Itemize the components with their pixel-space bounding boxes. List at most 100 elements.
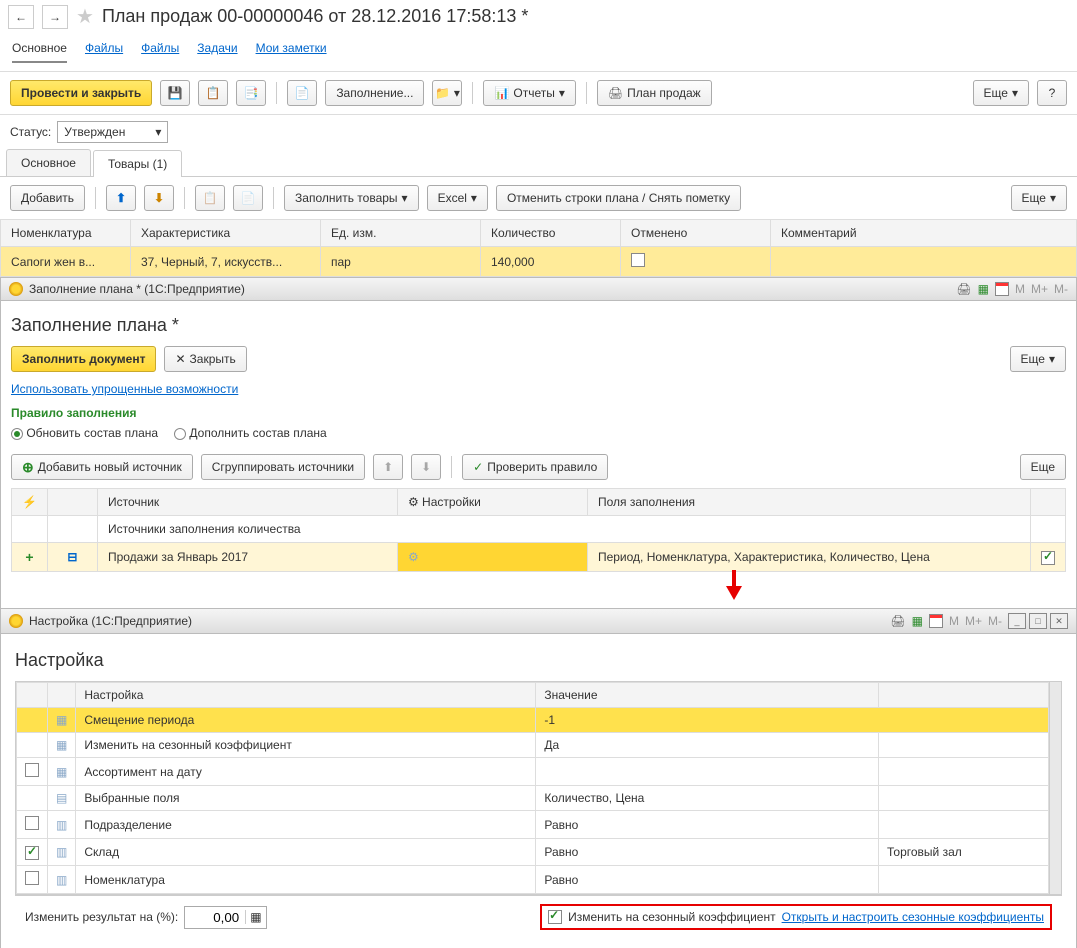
excel-button[interactable]: Excel ▾: [427, 185, 488, 211]
more-button[interactable]: Еще ▾: [973, 80, 1029, 106]
reports-button[interactable]: 📊 Отчеты ▾: [483, 80, 575, 106]
src-more-button[interactable]: Еще: [1020, 454, 1066, 480]
paste-row-button[interactable]: 📄: [233, 185, 263, 211]
calc-icon[interactable]: ▦: [978, 282, 989, 296]
section-files-2[interactable]: Файлы: [141, 41, 179, 63]
copy-button[interactable]: 📑: [236, 80, 266, 106]
close-modal-button[interactable]: ✕ Закрыть: [164, 346, 246, 372]
move-down-button[interactable]: ⬇: [144, 185, 174, 211]
tab-main[interactable]: Основное: [6, 149, 91, 176]
scrollbar[interactable]: [1049, 682, 1061, 894]
section-notes[interactable]: Мои заметки: [256, 41, 327, 63]
minimize-button[interactable]: _: [1008, 613, 1026, 629]
col-num[interactable]: ⚡: [12, 489, 48, 516]
spinner-icon[interactable]: ▦: [245, 910, 265, 924]
setting-row[interactable]: ▦ Изменить на сезонный коэффициент Да: [17, 733, 1049, 758]
simple-mode-link[interactable]: Использовать упрощенные возможности: [11, 382, 238, 396]
close-button[interactable]: ✕: [1050, 613, 1068, 629]
section-tasks[interactable]: Задачи: [197, 41, 237, 63]
add-row-button[interactable]: Добавить: [10, 185, 85, 211]
m-plus-button[interactable]: M+: [965, 614, 982, 628]
col-char[interactable]: Характеристика: [131, 220, 321, 247]
season-checkbox[interactable]: [548, 910, 562, 924]
fill-more-button[interactable]: Еще ▾: [1010, 346, 1066, 372]
goods-more-button[interactable]: Еще ▾: [1011, 185, 1067, 211]
goods-row[interactable]: Сапоги жен в... 37, Черный, 7, искусств.…: [1, 247, 1077, 277]
check-rule-button[interactable]: ✓ Проверить правило: [462, 454, 608, 480]
source-row[interactable]: + ⊟ Продажи за Январь 2017 ⚙ Период, Ном…: [12, 543, 1066, 572]
col-check[interactable]: [1031, 489, 1066, 516]
section-main[interactable]: Основное: [12, 41, 67, 63]
col-cancelled[interactable]: Отменено: [621, 220, 771, 247]
m-button[interactable]: M: [1015, 282, 1025, 296]
radio-update[interactable]: Обновить состав плана: [11, 426, 158, 440]
col-qty[interactable]: Количество: [481, 220, 621, 247]
fill-document-button[interactable]: Заполнить документ: [11, 346, 156, 372]
source-checkbox[interactable]: [1041, 551, 1055, 565]
group-sources-button[interactable]: Сгруппировать источники: [201, 454, 365, 480]
col-fields[interactable]: Поля заполнения: [587, 489, 1030, 516]
based-on-button[interactable]: 📁 ▾: [432, 80, 462, 106]
radio-append[interactable]: Дополнить состав плана: [174, 426, 327, 440]
open-season-link[interactable]: Открыть и настроить сезонные коэффициент…: [782, 910, 1044, 924]
fill-button[interactable]: Заполнение...: [325, 80, 424, 106]
setting-row[interactable]: ▥ Номенклатура Равно: [17, 866, 1049, 894]
post-and-close-button[interactable]: Провести и закрыть: [10, 80, 152, 106]
list-button[interactable]: 📄: [287, 80, 317, 106]
copy-row-button[interactable]: 📋: [195, 185, 225, 211]
col-setting-name[interactable]: Настройка: [76, 683, 536, 708]
source-settings-cell[interactable]: ⚙: [397, 543, 587, 572]
favorite-star-icon[interactable]: ★: [76, 4, 94, 29]
print-icon[interactable]: 🖨: [956, 282, 971, 296]
cell-qty[interactable]: 140,000: [481, 247, 621, 277]
cell-comment[interactable]: [771, 247, 1077, 277]
col-expand[interactable]: [47, 489, 97, 516]
collapse-icon[interactable]: ⊟: [67, 550, 77, 564]
setting-checkbox[interactable]: [25, 871, 39, 885]
m-minus-button[interactable]: M-: [988, 614, 1002, 628]
save-button[interactable]: 💾: [160, 80, 190, 106]
col-unit[interactable]: Ед. изм.: [321, 220, 481, 247]
cell-unit[interactable]: пар: [321, 247, 481, 277]
cancelled-checkbox[interactable]: [631, 253, 645, 267]
setting-checkbox[interactable]: [25, 763, 39, 777]
cancel-rows-button[interactable]: Отменить строки плана / Снять пометку: [496, 185, 741, 211]
col-comment[interactable]: Комментарий: [771, 220, 1077, 247]
setting-checkbox[interactable]: [25, 816, 39, 830]
post-button[interactable]: 📋: [198, 80, 228, 106]
cell-char[interactable]: 37, Черный, 7, искусств...: [131, 247, 321, 277]
section-files-1[interactable]: Файлы: [85, 41, 123, 63]
col-source[interactable]: Источник: [97, 489, 397, 516]
source-name[interactable]: Продажи за Январь 2017: [97, 543, 397, 572]
nav-back-button[interactable]: ←: [8, 5, 34, 29]
cell-cancelled[interactable]: [621, 247, 771, 277]
setting-row[interactable]: ▥ Подразделение Равно: [17, 811, 1049, 839]
change-result-input[interactable]: [185, 907, 245, 928]
expand-icon[interactable]: +: [25, 549, 33, 565]
calendar-icon[interactable]: [929, 614, 943, 628]
move-up-button[interactable]: ⬆: [106, 185, 136, 211]
calc-icon[interactable]: ▦: [912, 614, 923, 628]
col-nomen[interactable]: Номенклатура: [1, 220, 131, 247]
col-setting-value[interactable]: Значение: [536, 683, 879, 708]
fill-goods-button[interactable]: Заполнить товары ▾: [284, 185, 419, 211]
src-up-button[interactable]: ⬆: [373, 454, 403, 480]
maximize-button[interactable]: □: [1029, 613, 1047, 629]
status-combo[interactable]: Утвержден▾: [57, 121, 168, 143]
setting-row[interactable]: ▥ Склад Равно Торговый зал: [17, 839, 1049, 866]
setting-row[interactable]: ▤ Выбранные поля Количество, Цена: [17, 786, 1049, 811]
m-button[interactable]: M: [949, 614, 959, 628]
source-group-row[interactable]: Источники заполнения количества: [12, 516, 1066, 543]
setting-row[interactable]: ▦ Ассортимент на дату: [17, 758, 1049, 786]
help-button[interactable]: ?: [1037, 80, 1067, 106]
m-plus-button[interactable]: M+: [1031, 282, 1048, 296]
setting-checkbox[interactable]: [25, 846, 39, 860]
nav-forward-button[interactable]: →: [42, 5, 68, 29]
print-icon[interactable]: 🖨: [890, 614, 905, 628]
tab-goods[interactable]: Товары (1): [93, 150, 182, 177]
src-down-button[interactable]: ⬇: [411, 454, 441, 480]
print-plan-button[interactable]: 🖨 План продаж: [597, 80, 712, 106]
m-minus-button[interactable]: M-: [1054, 282, 1068, 296]
add-source-button[interactable]: ⊕ Добавить новый источник: [11, 454, 193, 480]
cell-nomen[interactable]: Сапоги жен в...: [1, 247, 131, 277]
